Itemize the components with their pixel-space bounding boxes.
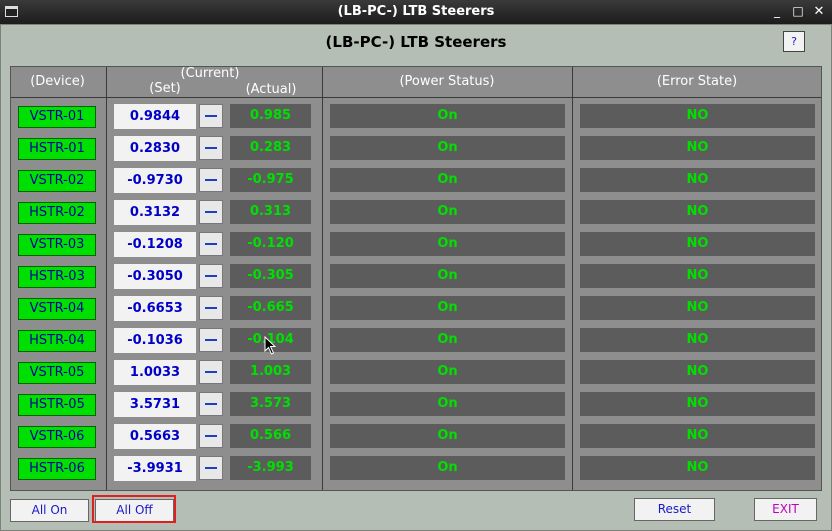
all-off-highlight [92,495,176,523]
setpoint-menu-button[interactable] [199,264,223,288]
column-divider [322,67,323,490]
error-state: NO [580,200,815,224]
device-button[interactable]: HSTR-04 [18,330,96,352]
actual-readback: 0.283 [230,136,311,160]
power-status: On [330,424,565,448]
power-status: On [330,456,565,480]
column-header-device: (Device) [30,74,85,89]
device-button[interactable]: HSTR-01 [18,138,96,160]
setpoint-menu-button[interactable] [199,360,223,384]
actual-readback: 0.313 [230,200,311,224]
setpoint-menu-button[interactable] [199,168,223,192]
column-header-actual: (Actual) [245,82,297,97]
error-state: NO [580,392,815,416]
setpoint-field[interactable]: -0.3050 [114,264,196,289]
actual-readback: -0.975 [230,168,311,192]
power-status: On [330,296,565,320]
actual-readback: -0.120 [230,232,311,256]
device-button[interactable]: HSTR-02 [18,202,96,224]
window-title: (LB-PC-) LTB Steerers [337,4,495,19]
setpoint-field[interactable]: -0.9730 [114,168,196,193]
error-state: NO [580,328,815,352]
setpoint-menu-button[interactable] [199,104,223,128]
mouse-pointer-icon [264,336,277,355]
column-header-error-state: (Error State) [656,74,738,89]
power-status: On [330,104,565,128]
device-button[interactable]: VSTR-03 [18,234,96,256]
setpoint-menu-button[interactable] [199,232,223,256]
error-state: NO [580,136,815,160]
power-status: On [330,168,565,192]
close-button[interactable]: ✕ [810,3,828,20]
error-state: NO [580,360,815,384]
reset-button[interactable]: Reset [634,498,715,521]
setpoint-field[interactable]: 1.0033 [114,360,196,385]
help-button[interactable]: ? [783,31,805,52]
setpoint-field[interactable]: -0.6653 [114,296,196,321]
error-state: NO [580,168,815,192]
actual-readback: 0.566 [230,424,311,448]
setpoint-menu-button[interactable] [199,424,223,448]
column-header-set: (Set) [149,81,181,96]
device-button[interactable]: VSTR-02 [18,170,96,192]
error-state: NO [580,424,815,448]
setpoint-field[interactable]: 3.5731 [114,392,196,417]
setpoint-menu-button[interactable] [199,456,223,480]
column-divider [572,67,573,490]
setpoint-field[interactable]: 0.5663 [114,424,196,449]
error-state: NO [580,104,815,128]
device-button[interactable]: VSTR-04 [18,298,96,320]
column-divider [106,67,107,490]
power-status: On [330,232,565,256]
setpoint-field[interactable]: -3.9931 [114,456,196,481]
column-header-current: (Current) [180,66,240,81]
header-divider [11,97,821,98]
setpoint-field[interactable]: 0.3132 [114,200,196,225]
setpoint-menu-button[interactable] [199,328,223,352]
setpoint-menu-button[interactable] [199,392,223,416]
error-state: NO [580,296,815,320]
minimize-button[interactable]: _ [768,3,786,20]
window-titlebar: (LB-PC-) LTB Steerers _ □ ✕ [0,0,832,24]
setpoint-field[interactable]: -0.1208 [114,232,196,257]
error-state: NO [580,456,815,480]
error-state: NO [580,232,815,256]
device-button[interactable]: HSTR-05 [18,394,96,416]
setpoint-menu-button[interactable] [199,296,223,320]
actual-readback: -3.993 [230,456,311,480]
device-button[interactable]: VSTR-01 [18,106,96,128]
power-status: On [330,200,565,224]
power-status: On [330,392,565,416]
device-button[interactable]: HSTR-06 [18,458,96,480]
actual-readback: 0.985 [230,104,311,128]
setpoint-menu-button[interactable] [199,200,223,224]
setpoint-field[interactable]: 0.2830 [114,136,196,161]
all-on-button[interactable]: All On [10,499,89,522]
device-button[interactable]: VSTR-06 [18,426,96,448]
exit-button[interactable]: EXIT [754,498,817,521]
maximize-button[interactable]: □ [789,3,807,20]
actual-readback: 3.573 [230,392,311,416]
power-status: On [330,328,565,352]
actual-readback: -0.665 [230,296,311,320]
actual-readback: -0.305 [230,264,311,288]
column-header-power-status: (Power Status) [399,74,495,89]
actual-readback: 1.003 [230,360,311,384]
device-button[interactable]: HSTR-03 [18,266,96,288]
setpoint-menu-button[interactable] [199,136,223,160]
power-status: On [330,264,565,288]
page-title: (LB-PC-) LTB Steerers [325,33,507,51]
device-button[interactable]: VSTR-05 [18,362,96,384]
power-status: On [330,360,565,384]
setpoint-field[interactable]: 0.9844 [114,104,196,129]
power-status: On [330,136,565,160]
error-state: NO [580,264,815,288]
setpoint-field[interactable]: -0.1036 [114,328,196,353]
